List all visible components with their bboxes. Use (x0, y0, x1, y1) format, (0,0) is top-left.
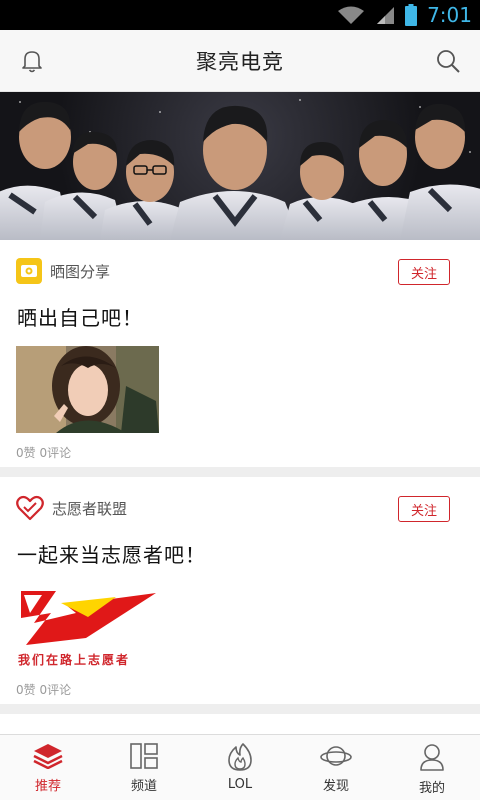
tab-label: 我的 (418, 781, 445, 796)
layers-icon (33, 744, 63, 769)
flame-icon (228, 743, 252, 771)
tab-channels[interactable]: 频道 (96, 735, 192, 800)
channel-name[interactable]: 志愿者联盟 (52, 498, 127, 519)
divider (0, 704, 480, 714)
search-icon (437, 50, 460, 73)
user-icon (420, 744, 444, 771)
post-image[interactable]: 我们在路上志愿者 (16, 583, 159, 670)
post-title[interactable]: 一起来当志愿者吧！ (0, 539, 480, 571)
feed: 晒图分享 关注 晒出自己吧！ 0赞 0评论 志愿者联盟 关注 一起来当志愿者吧！… (0, 240, 480, 714)
status-bar: 7:01 (0, 0, 480, 30)
wifi-icon (337, 5, 365, 25)
tab-mine[interactable]: 我的 (384, 735, 480, 800)
divider (0, 467, 480, 477)
grid-icon (130, 743, 158, 769)
post-header: 志愿者联盟 关注 (0, 477, 480, 539)
banner-image[interactable] (0, 92, 480, 240)
follow-button[interactable]: 关注 (398, 496, 450, 522)
tab-lol[interactable]: LOL (192, 735, 288, 800)
post-stats: 0赞 0评论 (16, 446, 72, 460)
photo-share-icon (16, 258, 42, 284)
tab-label: 发现 (322, 779, 349, 794)
post-header: 晒图分享 关注 (0, 240, 480, 302)
tab-discover[interactable]: 发现 (288, 735, 384, 800)
image-caption: 我们在路上志愿者 (18, 653, 131, 667)
follow-button[interactable]: 关注 (398, 259, 450, 285)
planet-icon (320, 746, 352, 766)
bell-icon (22, 51, 42, 73)
post-image[interactable] (16, 346, 159, 433)
signal-icon (375, 5, 395, 25)
post-stats: 0赞 0评论 (16, 683, 72, 697)
post-card[interactable]: 志愿者联盟 关注 一起来当志愿者吧！ 我们在路上志愿者 0赞 0评论 (0, 477, 480, 704)
tab-label: 频道 (130, 779, 157, 794)
channel-name[interactable]: 晒图分享 (50, 261, 110, 282)
app-header: 聚亮电竞 (0, 30, 480, 92)
tab-label: 推荐 (34, 779, 61, 794)
tab-bar: 推荐 频道 LOL 发现 我的 (0, 734, 480, 800)
notification-button[interactable] (15, 44, 49, 78)
heart-icon (16, 495, 44, 521)
tab-label: LOL (227, 777, 253, 792)
search-button[interactable] (431, 44, 465, 78)
post-card[interactable]: 晒图分享 关注 晒出自己吧！ 0赞 0评论 (0, 240, 480, 467)
battery-icon (405, 4, 418, 26)
status-time: 7:01 (427, 3, 472, 27)
page-title: 聚亮电竞 (196, 49, 284, 74)
post-title[interactable]: 晒出自己吧！ (0, 302, 480, 334)
tab-recommend[interactable]: 推荐 (0, 735, 96, 800)
